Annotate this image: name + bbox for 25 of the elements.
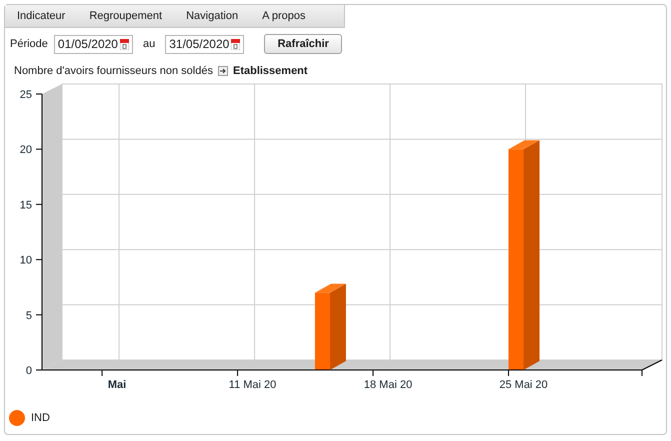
y-tick-label: 5 bbox=[26, 309, 32, 322]
y-tick-label: 25 bbox=[20, 88, 32, 100]
chart-title: Nombre d'avoirs fournisseurs non soldés bbox=[14, 64, 213, 79]
x-tick-label: 11 Mai 20 bbox=[228, 378, 276, 390]
x-tick-label: 18 Mai 20 bbox=[364, 378, 412, 390]
y-tick-label: 15 bbox=[20, 198, 32, 211]
legend-label: IND bbox=[31, 410, 50, 426]
date-field[interactable]: 31/05/2020 bbox=[165, 34, 244, 54]
refresh-button[interactable]: Rafraîchir bbox=[264, 34, 342, 54]
y-tick-label: 10 bbox=[20, 254, 32, 266]
x-tick-label: Mai bbox=[108, 378, 126, 390]
menu-item[interactable]: Regroupement bbox=[77, 5, 174, 27]
y-tick-label: 0 bbox=[26, 364, 32, 376]
calendar-icon[interactable] bbox=[231, 38, 240, 50]
y-tick-label: 20 bbox=[20, 144, 32, 156]
grouping-link[interactable]: Etablissement bbox=[232, 63, 308, 80]
menu-item[interactable]: A propos bbox=[250, 5, 318, 27]
calendar-icon[interactable] bbox=[120, 38, 129, 50]
date-field[interactable]: 01/05/2020 bbox=[54, 34, 133, 54]
to-label: au bbox=[142, 36, 156, 52]
x-tick-label: 25 Mai 20 bbox=[499, 378, 548, 390]
menu-item[interactable]: Navigation bbox=[174, 5, 250, 27]
period-label: Période bbox=[10, 36, 48, 52]
menu-item[interactable]: Indicateur bbox=[5, 5, 78, 27]
arrow-icon bbox=[218, 66, 228, 76]
